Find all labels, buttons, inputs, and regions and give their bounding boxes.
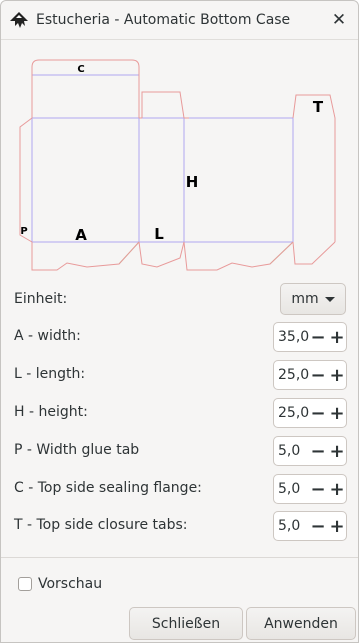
- label-a: A: [75, 226, 87, 244]
- close-icon: ✕: [331, 10, 347, 30]
- title-bar: Estucheria - Automatic Bottom Case ✕: [1, 1, 358, 40]
- plus-icon[interactable]: +: [328, 438, 346, 464]
- closure-tabs-spinbox[interactable]: 5,0 − +: [273, 511, 347, 541]
- param-label: L - length:: [14, 366, 86, 382]
- fold-lines: [31, 74, 294, 243]
- chevron-down-icon: [324, 297, 335, 302]
- spin-value[interactable]: 25,0: [278, 367, 309, 383]
- minus-icon[interactable]: −: [309, 476, 327, 502]
- minus-icon[interactable]: −: [309, 513, 327, 539]
- unit-value: mm: [291, 291, 319, 307]
- spin-value[interactable]: 5,0: [278, 443, 300, 459]
- param-row-glue-tab: P - Width glue tab 5,0 − +: [1, 436, 359, 466]
- param-row-closure-tabs: T - Top side closure tabs: 5,0 − +: [1, 511, 359, 541]
- preview-label: Vorschau: [38, 576, 103, 592]
- label-t: T: [313, 98, 324, 116]
- plus-icon[interactable]: +: [328, 476, 346, 502]
- separator: [1, 557, 358, 558]
- plus-icon[interactable]: +: [328, 513, 346, 539]
- preview-toggle[interactable]: Vorschau: [18, 576, 102, 592]
- param-row-height: H - height: 25,0 − +: [1, 398, 359, 428]
- plus-icon[interactable]: +: [328, 400, 346, 426]
- glue-lines: [118, 241, 294, 265]
- param-row-sealing-flange: C - Top side sealing flange: 5,0 − +: [1, 474, 359, 504]
- label-l: L: [154, 225, 164, 243]
- close-window-button[interactable]: ✕: [326, 7, 352, 33]
- unit-dropdown[interactable]: mm: [280, 283, 346, 315]
- plus-icon[interactable]: +: [328, 362, 346, 388]
- close-button[interactable]: Schließen: [129, 607, 243, 640]
- glue-tab-spinbox[interactable]: 5,0 − +: [273, 436, 347, 466]
- param-row-width: A - width: 35,0 − +: [1, 322, 359, 352]
- minus-icon[interactable]: −: [309, 362, 327, 388]
- param-label: A - width:: [14, 328, 81, 344]
- unit-label: Einheit:: [14, 291, 68, 307]
- inkscape-logo-icon: [10, 12, 28, 28]
- dialog-window: Estucheria - Automatic Bottom Case ✕ C T…: [0, 0, 359, 643]
- plus-icon[interactable]: +: [328, 324, 346, 350]
- param-label: T - Top side closure tabs:: [14, 517, 188, 533]
- preview-checkbox[interactable]: [18, 577, 32, 591]
- cut-lines: [19, 59, 336, 271]
- label-h: H: [186, 173, 199, 191]
- box-template-preview: C T H P A L: [19, 59, 336, 271]
- apply-button[interactable]: Anwenden: [246, 607, 356, 640]
- label-c: C: [77, 64, 84, 75]
- window-title: Estucheria - Automatic Bottom Case: [36, 12, 291, 28]
- param-label: H - height:: [14, 404, 88, 420]
- spin-value[interactable]: 35,0: [278, 329, 309, 345]
- label-p: P: [20, 226, 27, 237]
- sealing-flange-spinbox[interactable]: 5,0 − +: [273, 474, 347, 504]
- spin-value[interactable]: 5,0: [278, 518, 300, 534]
- param-row-length: L - length: 25,0 − +: [1, 360, 359, 390]
- param-label: P - Width glue tab: [14, 442, 140, 458]
- length-spinbox[interactable]: 25,0 − +: [273, 360, 347, 390]
- height-spinbox[interactable]: 25,0 − +: [273, 398, 347, 428]
- minus-icon[interactable]: −: [309, 400, 327, 426]
- spin-value[interactable]: 25,0: [278, 405, 309, 421]
- minus-icon[interactable]: −: [309, 324, 327, 350]
- spin-value[interactable]: 5,0: [278, 481, 300, 497]
- width-spinbox[interactable]: 35,0 − +: [273, 322, 347, 352]
- minus-icon[interactable]: −: [309, 438, 327, 464]
- param-label: C - Top side sealing flange:: [14, 480, 202, 496]
